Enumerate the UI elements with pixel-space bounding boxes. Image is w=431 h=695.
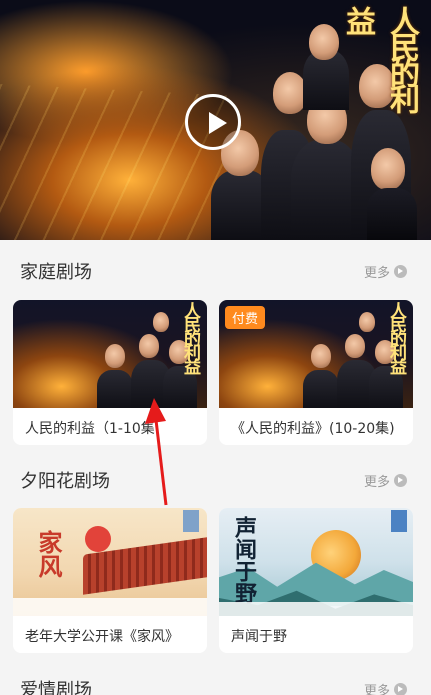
more-link[interactable]: 更多 [364, 680, 407, 695]
thumb-footer-strip [219, 602, 413, 616]
video-thumbnail: 人民的利益 付费 [219, 300, 413, 408]
video-card[interactable]: 家风 老年大学公开课《家风》 [13, 508, 207, 653]
more-label: 更多 [363, 266, 390, 281]
hero-banner[interactable]: 人民的利益 [0, 0, 431, 240]
section-title: 夕阳花剧场 [20, 471, 110, 492]
more-link[interactable]: 更多 [364, 262, 407, 281]
video-card[interactable]: 人民的利益 人民的利益（1-10集 [13, 300, 207, 445]
more-label: 更多 [363, 475, 390, 490]
video-thumbnail: 人民的利益 [13, 300, 207, 408]
section-title: 家庭剧场 [20, 262, 92, 283]
chevron-right-icon [394, 474, 407, 487]
section-header: 爱情剧场 更多 [0, 668, 431, 695]
card-title: 《人民的利益》(10-20集) [231, 421, 395, 437]
chevron-right-icon [394, 265, 407, 278]
thumb-title-art: 声闻于野 [231, 516, 257, 604]
more-link[interactable]: 更多 [364, 471, 407, 490]
card-title: 老年大学公开课《家风》 [25, 629, 179, 645]
video-card[interactable]: 声闻于野 声闻于野 [219, 508, 413, 653]
chevron-right-icon [394, 683, 407, 695]
thumb-title-art: 人民的利益 [180, 302, 200, 372]
section-header: 家庭剧场 更多 [0, 250, 431, 290]
paid-badge: 付费 [225, 306, 266, 329]
video-thumbnail: 家风 [13, 508, 207, 616]
thumb-footer-strip [13, 598, 207, 616]
section-title: 爱情剧场 [20, 680, 92, 695]
channel-logo [183, 510, 199, 532]
thumb-title-art: 家风 [34, 530, 63, 578]
play-icon[interactable] [185, 94, 241, 150]
hero-title-art: 人民的利益 [340, 6, 419, 110]
thumb-title-art: 人民的利益 [386, 302, 406, 372]
section-romance-theater: 爱情剧场 更多 [0, 668, 431, 695]
page: 人民的利益 家庭剧场 更多 人民的利益 人民的利益（1-10集 人民的利益 付费… [0, 0, 431, 695]
card-title: 人民的利益（1-10集 [25, 421, 155, 437]
video-card[interactable]: 人民的利益 付费 《人民的利益》(10-20集) [219, 300, 413, 445]
section-sunset-theater: 夕阳花剧场 更多 [0, 459, 431, 499]
channel-logo [391, 510, 407, 532]
more-label: 更多 [363, 684, 390, 695]
section-family-theater: 家庭剧场 更多 [0, 250, 431, 290]
card-title: 声闻于野 [231, 629, 287, 645]
section-header: 夕阳花剧场 更多 [0, 459, 431, 499]
video-thumbnail: 声闻于野 [219, 508, 413, 616]
sun-graphic [85, 526, 111, 552]
